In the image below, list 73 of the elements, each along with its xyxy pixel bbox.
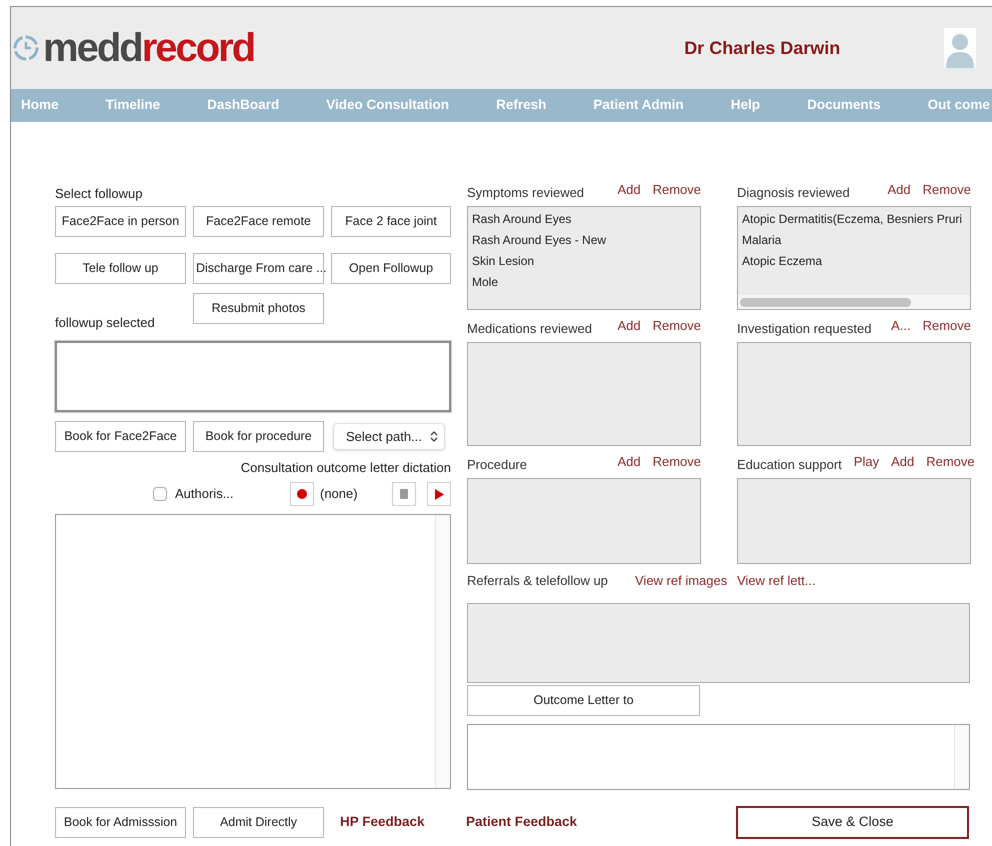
section-label: Select followup: [55, 185, 144, 203]
record-dot-icon: [297, 489, 307, 499]
panel-action-link[interactable]: Remove: [926, 452, 975, 472]
panel-title: Education support: [737, 456, 842, 474]
outcome-letter-button[interactable]: Outcome Letter to: [467, 685, 700, 716]
followup-option-button[interactable]: Tele follow up: [55, 253, 186, 284]
followup-option-button[interactable]: Face2Face in person: [55, 206, 186, 237]
list-box[interactable]: [737, 342, 971, 446]
stop-square-icon: [400, 489, 408, 499]
checkbox-label: Authoris...: [175, 485, 234, 504]
clock-logo-icon: [13, 35, 39, 61]
followup-option-button[interactable]: Open Followup: [331, 253, 451, 284]
authorise-checkbox[interactable]: [153, 487, 167, 501]
recording-status: (none): [320, 485, 359, 504]
admission-button[interactable]: Admit Directly: [193, 807, 324, 838]
record-button[interactable]: [290, 482, 314, 506]
list-box[interactable]: [467, 478, 701, 564]
list-item[interactable]: Atopic Dermatitis(Eczema, Besniers Pruri: [742, 209, 966, 230]
view-link[interactable]: View ref lett...: [737, 571, 816, 591]
followup-option-button[interactable]: Resubmit photos: [193, 293, 324, 324]
panel-action-link[interactable]: Play: [854, 452, 880, 472]
list-item[interactable]: Rash Around Eyes: [472, 209, 696, 230]
pathway-select[interactable]: Select path...: [333, 423, 445, 450]
referrals-list-box[interactable]: [467, 603, 970, 683]
list-box[interactable]: [467, 342, 701, 446]
updown-chevron-icon: [430, 430, 438, 443]
list-box[interactable]: Rash Around Eyes Rash Around Eyes - New Skin Lesion Mole: [467, 206, 701, 310]
panel-title: Procedure: [467, 456, 527, 474]
panel-action-link[interactable]: Remove: [922, 180, 971, 200]
list-item[interactable]: Rash Around Eyes - New: [472, 230, 696, 251]
feedback-link[interactable]: HP Feedback: [340, 812, 466, 833]
followup-selected-field[interactable]: [55, 341, 451, 412]
panel-action-link[interactable]: Remove: [922, 316, 971, 336]
feedback-link[interactable]: Patient Feedback: [466, 812, 736, 833]
referrals-title: Referrals & telefollow up: [467, 572, 609, 590]
list-item[interactable]: Mole: [472, 272, 696, 293]
booking-button[interactable]: Book for Face2Face: [55, 421, 186, 452]
panel-action-link[interactable]: Remove: [652, 180, 701, 200]
followup-option-button[interactable]: Face2Face remote: [193, 206, 324, 237]
panel-action-link[interactable]: Add: [617, 452, 641, 472]
section-label: followup selected: [55, 314, 156, 332]
panel-title: Symptoms reviewed: [467, 184, 584, 202]
panel-action-link[interactable]: Remove: [652, 316, 701, 336]
list-box[interactable]: [737, 478, 971, 564]
play-icon: [434, 488, 444, 500]
list-item[interactable]: Atopic Eczema: [742, 251, 966, 272]
save-close-button[interactable]: Save & Close: [736, 806, 969, 839]
user-avatar-icon[interactable]: [944, 28, 976, 68]
list-item[interactable]: Malaria: [742, 230, 966, 251]
panel-action-link[interactable]: Add: [891, 452, 914, 472]
dictation-label: Consultation outcome letter dictation: [240, 459, 451, 477]
logo-text: meddrecord: [43, 28, 254, 68]
panel-action-link[interactable]: Add: [617, 316, 641, 336]
view-link[interactable]: View ref images: [635, 571, 737, 591]
user-name: Dr Charles Darwin: [684, 36, 840, 60]
followup-option-button[interactable]: Face 2 face joint: [331, 206, 451, 237]
booking-button[interactable]: Book for procedure: [193, 421, 324, 452]
followup-option-button[interactable]: Discharge From care ...: [193, 253, 324, 284]
admission-button[interactable]: Book for Admisssion: [55, 807, 186, 838]
panel-title: Investigation requested: [737, 320, 872, 338]
panel-title: Diagnosis reviewed: [737, 184, 850, 202]
play-button[interactable]: [427, 482, 451, 506]
panel-action-link[interactable]: A...: [891, 316, 911, 336]
panel-title: Medications reviewed: [467, 320, 592, 338]
dictation-text-area[interactable]: [55, 514, 451, 788]
panel-action-link[interactable]: Add: [887, 180, 911, 200]
panel-action-link[interactable]: Add: [617, 180, 641, 200]
list-box[interactable]: Atopic Dermatitis(Eczema, Besniers Pruri Malaria Atopic Eczema: [737, 206, 971, 310]
panel-action-link[interactable]: Remove: [652, 452, 701, 472]
stop-button[interactable]: [392, 482, 416, 506]
outcome-letter-text-area[interactable]: [467, 724, 970, 790]
horizontal-scrollbar[interactable]: [738, 295, 970, 309]
list-item[interactable]: Skin Lesion: [472, 251, 696, 272]
